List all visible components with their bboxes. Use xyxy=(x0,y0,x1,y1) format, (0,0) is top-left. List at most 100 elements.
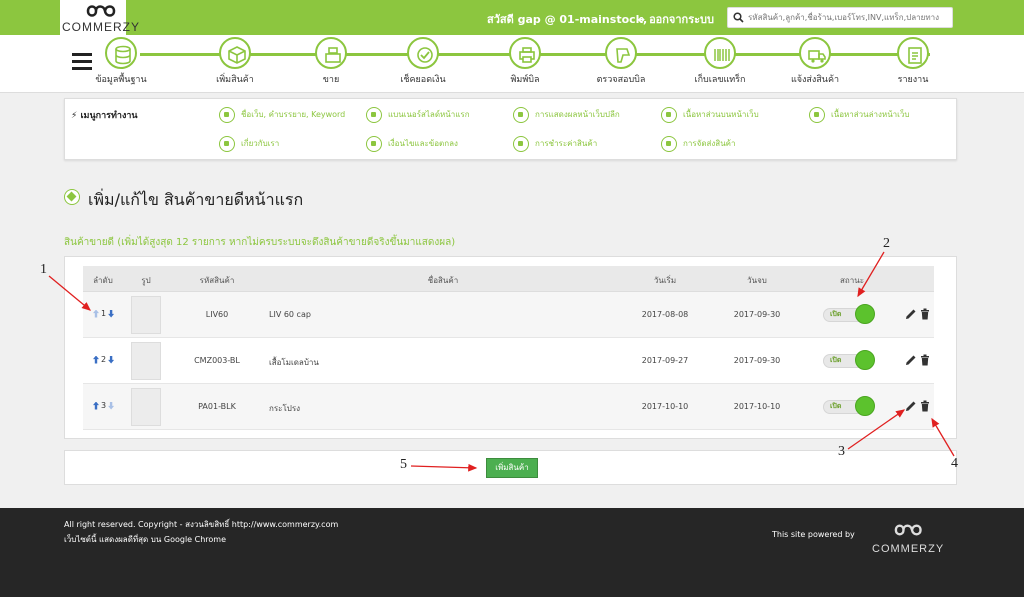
megaphone-icon xyxy=(661,107,677,123)
step-2[interactable]: เพิ่มสินค้า xyxy=(195,37,275,86)
page-title: เพิ่ม/แก้ไข สินค้าขายดีหน้าแรก xyxy=(88,190,304,209)
step-label: ขาย xyxy=(322,75,340,85)
step-9[interactable]: รายงาน xyxy=(873,37,953,86)
step-label: เพิ่มสินค้า xyxy=(216,75,254,85)
work-menu-item[interactable]: เนื้อหาส่วนล่างหน้าเว็บ xyxy=(809,107,909,123)
work-menu-item[interactable]: การแสดงผลหน้าเว็บปลีก xyxy=(513,107,620,123)
move-up-icon[interactable] xyxy=(93,401,99,410)
order-number: 2 xyxy=(101,355,107,364)
header-end: วันจบ xyxy=(747,276,767,285)
megaphone-icon xyxy=(366,107,382,123)
order-cell: 1 xyxy=(93,309,115,318)
callout-4: 4 xyxy=(951,456,958,471)
end-date: 2017-09-30 xyxy=(733,356,781,365)
edit-pencil-icon[interactable] xyxy=(905,308,917,320)
megaphone-icon xyxy=(366,136,382,152)
logo-text: COMMERZY xyxy=(62,20,140,34)
edit-pencil-icon[interactable] xyxy=(905,354,917,366)
truck-icon xyxy=(799,37,831,69)
step-4[interactable]: เช็คยอดเงิน xyxy=(383,37,463,86)
megaphone-icon xyxy=(661,136,677,152)
status-toggle[interactable]: เปิด xyxy=(823,396,875,418)
work-menu-item[interactable]: เกี่ยวกับเรา xyxy=(219,136,279,152)
add-product-button[interactable]: เพิ่มสินค้า xyxy=(486,458,538,478)
logout-icon: ➔ xyxy=(636,13,646,26)
start-date: 2017-10-10 xyxy=(641,402,689,411)
step-navigation: ข้อมูลพื้นฐาน เพิ่มสินค้า ขาย เช็คยอดเงิน พิ… xyxy=(0,35,1024,93)
status-toggle[interactable]: เปิด xyxy=(823,350,875,372)
move-up-icon[interactable] xyxy=(93,309,99,318)
step-8[interactable]: แจ้งส่งสินค้า xyxy=(775,37,855,86)
step-7[interactable]: เก็บเลขแทร็ก xyxy=(680,37,760,86)
lightning-icon: ⚡ xyxy=(71,111,78,121)
header-image: รูป xyxy=(141,276,151,285)
megaphone-icon xyxy=(513,136,529,152)
product-thumbnail xyxy=(131,388,161,426)
delete-trash-icon[interactable] xyxy=(919,354,931,366)
work-menu-item[interactable]: การชำระค่าสินค้า xyxy=(513,136,597,152)
toggle-knob xyxy=(855,396,875,416)
start-date: 2017-09-27 xyxy=(641,356,689,365)
box-icon xyxy=(219,37,251,69)
header-order: ลำดับ xyxy=(93,276,113,285)
page-subtitle: สินค้าขายดี (เพิ่มได้สูงสุด 12 รายการ หา… xyxy=(64,237,456,248)
bestseller-table: ลำดับ รูป รหัสสินค้า ชื่อสินค้า วันเริ่ม… xyxy=(83,266,934,430)
product-code: CMZ003-BL xyxy=(194,356,240,365)
work-menu-item[interactable]: แบนเนอร์สไลด์หน้าแรก xyxy=(366,107,470,123)
footer-powered-by: This site powered by xyxy=(772,530,855,539)
greeting-text: สวัสดี gap @ 01-mainstock, xyxy=(487,13,648,26)
megaphone-icon xyxy=(219,136,235,152)
table-row: 1 LIV60 LIV 60 cap 2017-08-08 2017-09-30 เปิด xyxy=(83,292,934,338)
move-down-icon[interactable] xyxy=(108,401,115,410)
work-menu-item[interactable]: เนื้อหาส่วนบนหน้าเว็บ xyxy=(661,107,759,123)
bestseller-table-panel: ลำดับ รูป รหัสสินค้า ชื่อสินค้า วันเริ่ม… xyxy=(64,256,957,439)
search-input[interactable] xyxy=(748,10,948,25)
header-start: วันเริ่ม xyxy=(653,276,677,285)
edit-pencil-icon[interactable] xyxy=(905,400,917,412)
toggle-label: เปิด xyxy=(830,356,842,364)
add-product-panel: เพิ่มสินค้า xyxy=(64,450,957,485)
step-5[interactable]: พิมพ์บิล xyxy=(485,37,565,86)
header-status: สถานะ xyxy=(840,276,864,285)
end-date: 2017-09-30 xyxy=(733,310,781,319)
product-thumbnail xyxy=(131,342,161,380)
toggle-label: เปิด xyxy=(830,310,842,318)
logo[interactable]: COMMERZY xyxy=(60,0,139,35)
step-3[interactable]: ขาย xyxy=(291,37,371,86)
move-down-icon[interactable] xyxy=(108,355,115,364)
move-up-icon[interactable] xyxy=(93,355,99,364)
logout-link[interactable]: ➔ ออกจากระบบ xyxy=(636,10,714,28)
check-money-icon xyxy=(407,37,439,69)
move-down-icon[interactable] xyxy=(108,309,115,318)
work-menu-item[interactable]: ชื่อเว็บ, คำบรรยาย, Keyword xyxy=(219,107,345,123)
footer-logo-text: COMMERZY xyxy=(872,543,945,555)
report-icon xyxy=(897,37,929,69)
footer-infinity-logo-icon xyxy=(894,524,922,536)
work-menu-item[interactable]: การจัดส่งสินค้า xyxy=(661,136,736,152)
order-cell: 2 xyxy=(93,355,115,364)
step-6[interactable]: ตรวจสอบบิล xyxy=(581,37,661,86)
callout-3: 3 xyxy=(838,444,845,459)
start-date: 2017-08-08 xyxy=(641,310,689,319)
cash-register-icon xyxy=(315,37,347,69)
step-1[interactable]: ข้อมูลพื้นฐาน xyxy=(81,37,161,86)
toggle-knob xyxy=(855,304,875,324)
table-row: 2 CMZ003-BL เสื้อโมเดลบ้าน 2017-09-27 2017-0… xyxy=(83,338,934,384)
order-number: 3 xyxy=(101,401,107,410)
step-label: พิมพ์บิล xyxy=(510,75,540,85)
status-toggle[interactable]: เปิด xyxy=(823,304,875,326)
search-box xyxy=(727,7,953,28)
step-label: แจ้งส่งสินค้า xyxy=(790,75,840,85)
delete-trash-icon[interactable] xyxy=(919,308,931,320)
scanner-icon xyxy=(605,37,637,69)
work-menu-item[interactable]: เงื่อนไขและข้อตกลง xyxy=(366,136,458,152)
callout-5: 5 xyxy=(400,457,407,472)
product-name: กระโปรง xyxy=(269,404,301,413)
step-label: เก็บเลขแทร็ก xyxy=(694,75,746,85)
barcode-icon xyxy=(704,37,736,69)
database-icon xyxy=(105,37,137,69)
search-icon xyxy=(733,12,744,23)
delete-trash-icon[interactable] xyxy=(919,400,931,412)
callout-1: 1 xyxy=(40,262,47,277)
footer-copyright: All right reserved. Copyright - สงวนลิขส… xyxy=(64,520,339,529)
